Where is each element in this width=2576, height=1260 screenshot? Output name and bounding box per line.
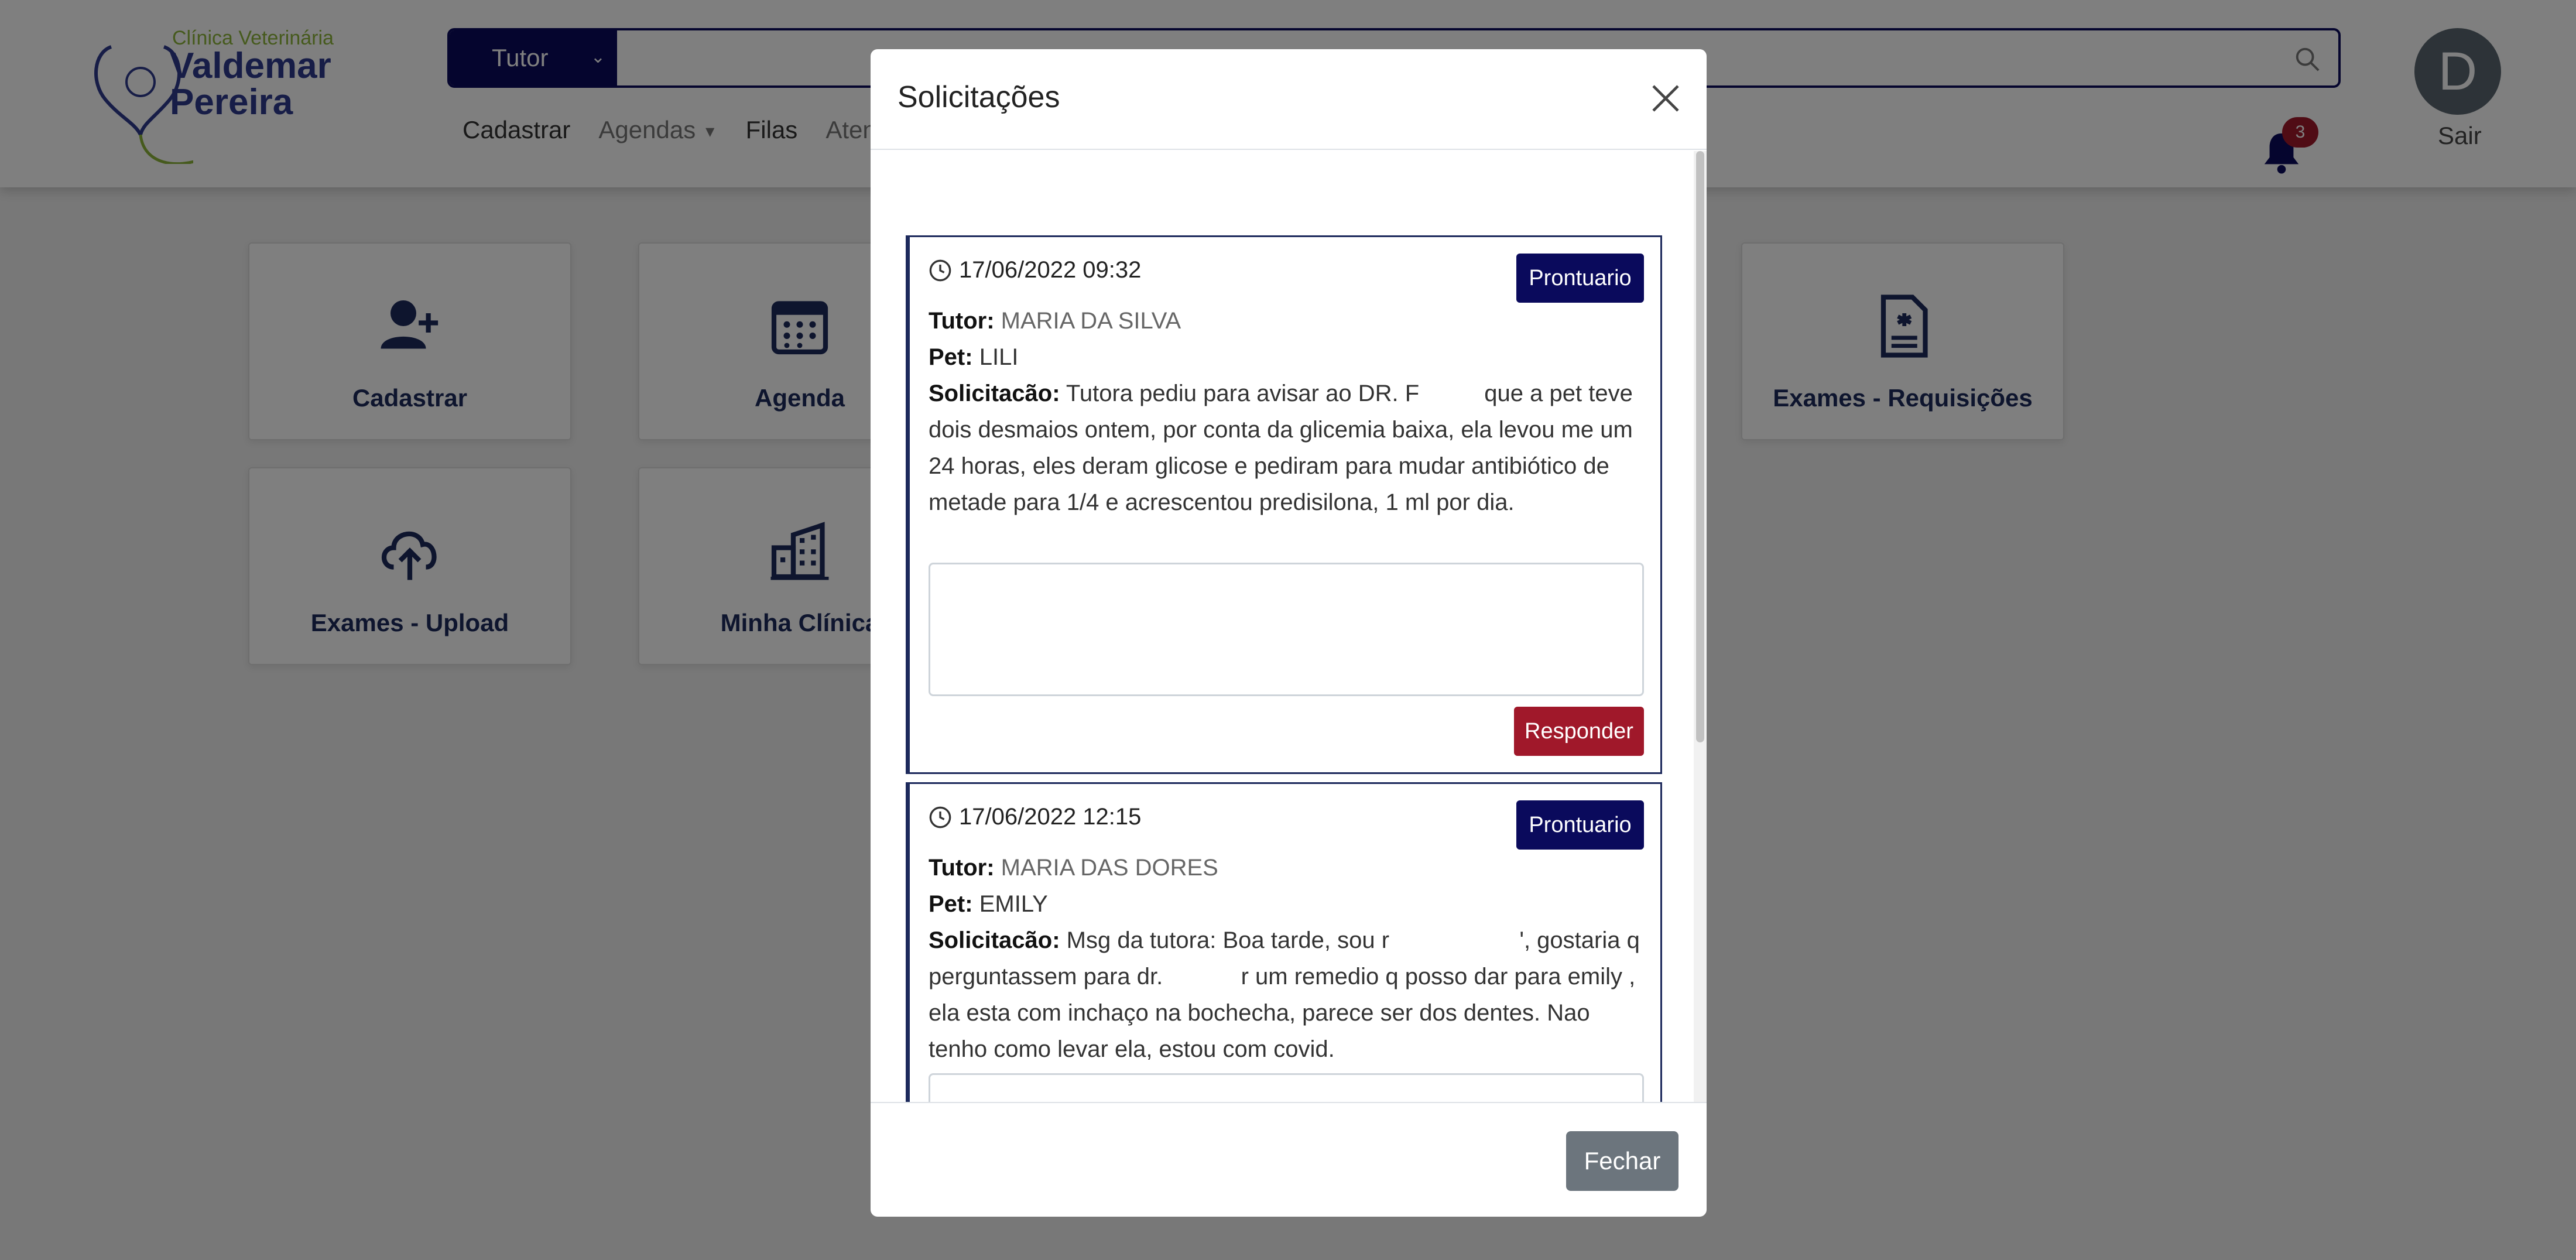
request-datetime-text: 17/06/2022 12:15	[959, 804, 1142, 830]
solicitacao-label: Solicitacão:	[929, 381, 1060, 406]
request-card: 17/06/2022 12:15 Prontuario Tutor: MARIA…	[906, 782, 1662, 1102]
solicitacao-label: Solicitacão:	[929, 927, 1060, 953]
close-icon[interactable]	[1649, 82, 1682, 115]
request-pet: Pet: LILI	[929, 339, 1642, 375]
clock-icon	[929, 806, 951, 828]
tutor-label: Tutor:	[929, 855, 995, 881]
clock-icon	[929, 259, 951, 281]
reply-textarea[interactable]	[929, 563, 1644, 696]
modal-scrollbar[interactable]	[1694, 151, 1707, 1102]
pet-label: Pet:	[929, 344, 973, 370]
request-card: 17/06/2022 09:32 Prontuario Tutor: MARIA…	[906, 235, 1662, 774]
modal-body[interactable]: 17/06/2022 09:32 Prontuario Tutor: MARIA…	[871, 151, 1707, 1102]
request-tutor: Tutor: MARIA DAS DORES	[929, 850, 1642, 886]
request-tutor: Tutor: MARIA DA SILVA	[929, 303, 1642, 339]
modal-footer: Fechar	[871, 1102, 1707, 1217]
request-datetime-text: 17/06/2022 09:32	[959, 257, 1142, 283]
request-text: Solicitacão: Tutora pediu para avisar ao…	[929, 375, 1642, 521]
pet-label: Pet:	[929, 891, 973, 917]
request-datetime: 17/06/2022 09:32	[929, 257, 1141, 283]
tutor-value: MARIA DAS DORES	[1001, 855, 1218, 881]
request-datetime: 17/06/2022 12:15	[929, 804, 1141, 830]
request-pet: Pet: EMILY	[929, 886, 1642, 922]
prontuario-button[interactable]: Prontuario	[1516, 254, 1644, 303]
modal-header: Solicitações	[871, 49, 1707, 150]
reply-textarea[interactable]	[929, 1073, 1644, 1102]
pet-value: LILI	[979, 344, 1019, 370]
responder-button[interactable]: Responder	[1514, 707, 1644, 756]
pet-value: EMILY	[979, 891, 1048, 917]
requests-modal: Solicitações 17/06/2022 09:32 Prontuario…	[871, 49, 1707, 1217]
scrollbar-thumb[interactable]	[1696, 151, 1704, 742]
tutor-label: Tutor:	[929, 308, 995, 334]
tutor-value: MARIA DA SILVA	[1001, 308, 1181, 334]
request-text: Solicitacão: Msg da tutora: Boa tarde, s…	[929, 922, 1642, 1067]
modal-title: Solicitações	[898, 80, 1060, 114]
prontuario-button[interactable]: Prontuario	[1516, 800, 1644, 850]
close-button[interactable]: Fechar	[1566, 1131, 1678, 1191]
